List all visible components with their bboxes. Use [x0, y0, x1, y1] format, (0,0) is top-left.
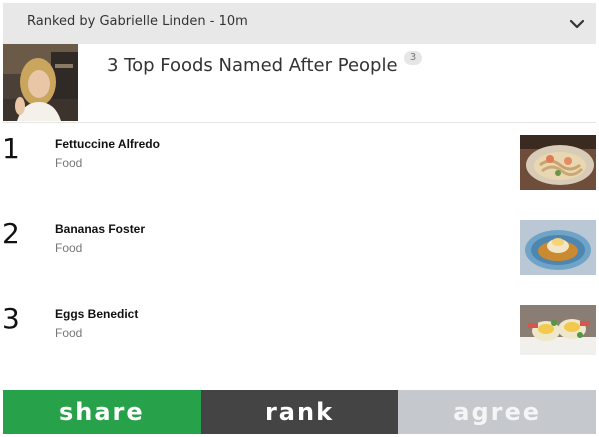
- rank-number: 3: [2, 302, 20, 335]
- agree-button[interactable]: agree: [398, 390, 597, 434]
- list-title[interactable]: 3 Top Foods Named After People: [107, 55, 398, 76]
- item-category[interactable]: Food: [55, 241, 82, 255]
- ranked-by-text: Ranked by Gabrielle Linden - 10m: [27, 14, 248, 29]
- item-thumbnail[interactable]: [520, 135, 596, 190]
- ranker-header[interactable]: Ranked by Gabrielle Linden - 10m: [3, 3, 596, 44]
- item-thumbnail[interactable]: [520, 220, 596, 275]
- item-category[interactable]: Food: [55, 326, 82, 340]
- list-item[interactable]: 1 Fettuccine Alfredo Food: [0, 133, 599, 193]
- share-button[interactable]: share: [3, 390, 201, 434]
- action-bar: share rank agree: [3, 390, 597, 434]
- author-avatar[interactable]: [3, 44, 78, 121]
- item-category[interactable]: Food: [55, 156, 82, 170]
- item-thumbnail[interactable]: [520, 305, 596, 360]
- rank-number: 1: [2, 132, 20, 165]
- rank-button[interactable]: rank: [200, 390, 399, 434]
- item-name[interactable]: Fettuccine Alfredo: [55, 137, 160, 151]
- item-count-badge: 3: [404, 51, 422, 65]
- item-name[interactable]: Eggs Benedict: [55, 307, 138, 321]
- item-name[interactable]: Bananas Foster: [55, 222, 145, 236]
- list-item[interactable]: 3 Eggs Benedict Food: [0, 303, 599, 363]
- list-item[interactable]: 2 Bananas Foster Food: [0, 218, 599, 278]
- divider: [3, 122, 596, 123]
- rank-number: 2: [2, 217, 20, 250]
- chevron-down-icon[interactable]: [568, 15, 586, 33]
